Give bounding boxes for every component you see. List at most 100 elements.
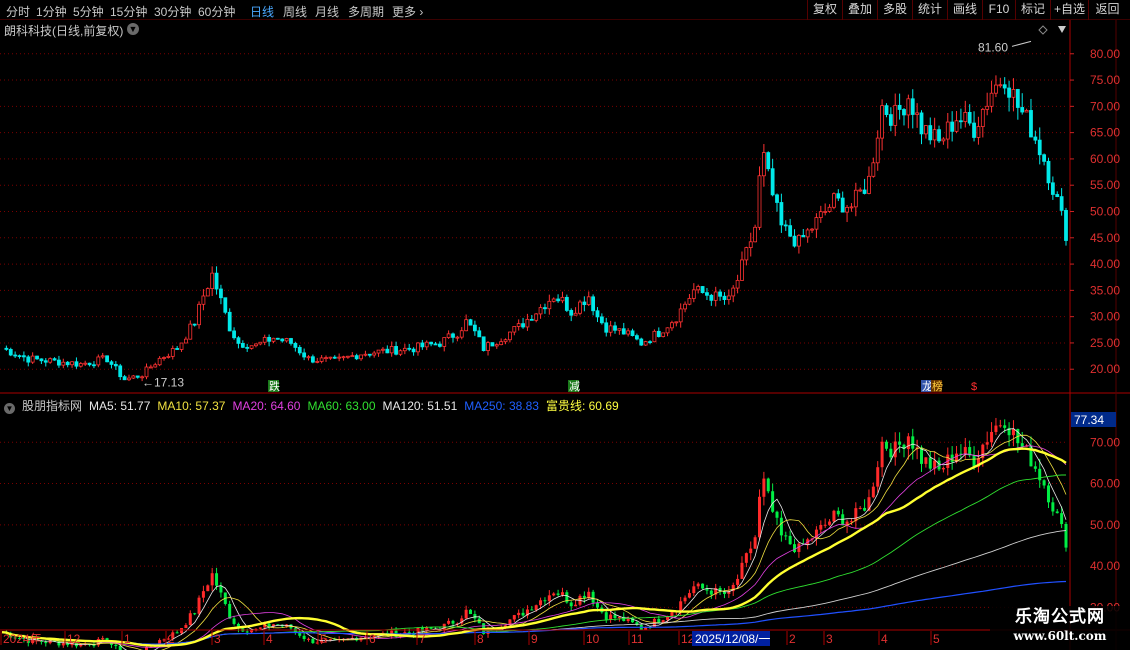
indicator-candle-body bbox=[539, 600, 543, 606]
indicator-candle-body bbox=[587, 591, 591, 598]
indicator-candle-body bbox=[1055, 511, 1059, 514]
candle-body bbox=[980, 108, 985, 127]
time-axis-label: 5 bbox=[320, 632, 327, 646]
price-tick-label: 70.00 bbox=[1090, 99, 1120, 113]
time-axis-label: 4 bbox=[266, 632, 273, 646]
candle-body bbox=[932, 129, 937, 141]
candle-body bbox=[92, 364, 96, 367]
indicator-candle-body bbox=[447, 620, 451, 624]
watermark-url: www.60lt.com bbox=[1013, 629, 1107, 643]
chart-canvas[interactable]: 80.00 75.00 70.00 65.00 60.00 55.00 50.00 45.00… bbox=[0, 0, 1130, 650]
indicator-candle-body bbox=[206, 585, 210, 592]
candle-body bbox=[766, 152, 771, 170]
candle-body bbox=[613, 325, 617, 331]
moving-average-lines bbox=[1, 428, 1067, 650]
candle-body bbox=[718, 291, 722, 297]
time-axis-label: 7 bbox=[419, 632, 426, 646]
candle-body bbox=[639, 338, 644, 346]
candle-body bbox=[8, 349, 13, 356]
time-axis-label: 3 bbox=[826, 632, 833, 646]
price-tick-label: 30.00 bbox=[1090, 310, 1120, 324]
indicator-tick-label: 50.00 bbox=[1090, 518, 1120, 532]
time-axis-label: 9 bbox=[531, 632, 538, 646]
indicator-candle-body bbox=[832, 510, 836, 522]
indicator-candle-body bbox=[858, 507, 862, 509]
indicator-candle-body bbox=[201, 591, 205, 598]
candle-body bbox=[324, 357, 328, 360]
indicator-candle-body bbox=[626, 618, 630, 622]
candle-body bbox=[359, 354, 363, 360]
candle-body bbox=[481, 336, 486, 351]
indicator-candle-body bbox=[451, 620, 455, 624]
candle-body bbox=[424, 341, 429, 348]
candle-body bbox=[43, 360, 48, 363]
candle-body bbox=[83, 362, 88, 365]
time-axis-label: 2024年 bbox=[3, 632, 42, 646]
indicator-candle-body bbox=[736, 578, 740, 585]
indicator-candle-body bbox=[162, 639, 166, 641]
time-axis-label: 8 bbox=[477, 632, 484, 646]
candle-body bbox=[761, 152, 766, 177]
price-tick-label: 75.00 bbox=[1090, 73, 1120, 87]
indicator-candle-body bbox=[197, 597, 201, 614]
indicator-candle-body bbox=[889, 448, 893, 458]
event-marker-text: 榜 bbox=[932, 379, 943, 393]
candle-body bbox=[153, 364, 158, 368]
indicator-candle-body bbox=[972, 455, 976, 467]
indicator-legend: ▼ 股朋指标网 MA5: 51.77 MA10: 57.37 MA20: 64.60 MA… bbox=[4, 397, 626, 414]
indicator-candle-body bbox=[44, 641, 48, 644]
candle-body bbox=[21, 355, 26, 358]
indicator-candle-body bbox=[793, 544, 797, 552]
candle-body bbox=[656, 330, 661, 337]
candle-body bbox=[385, 348, 390, 354]
candle-body bbox=[310, 356, 315, 363]
candle-body bbox=[131, 375, 136, 379]
indicator-candle-body bbox=[429, 627, 433, 629]
price-tick-label: 80.00 bbox=[1090, 47, 1120, 61]
candle-body bbox=[306, 356, 311, 359]
candle-body bbox=[26, 356, 31, 363]
indicator-candle-body bbox=[311, 638, 315, 644]
candle-body bbox=[113, 364, 118, 367]
candle-body bbox=[683, 303, 687, 310]
candle-body bbox=[65, 361, 70, 366]
candle-body bbox=[74, 361, 79, 367]
indicator-candle-body bbox=[740, 562, 744, 579]
candle-body bbox=[880, 105, 884, 139]
candle-body bbox=[254, 343, 258, 347]
indicator-candle-body bbox=[871, 486, 875, 498]
candle-body bbox=[705, 292, 709, 296]
indicator-candle-body bbox=[180, 628, 184, 634]
candle-body bbox=[621, 328, 626, 335]
candle-body bbox=[39, 358, 44, 362]
candle-body bbox=[280, 338, 285, 342]
candle-body bbox=[1064, 210, 1068, 241]
indicator-candle-body bbox=[1064, 523, 1068, 548]
indicator-candle-body bbox=[920, 447, 924, 464]
candle-body bbox=[599, 316, 604, 324]
candle-body bbox=[770, 168, 775, 196]
candle-body bbox=[1007, 87, 1011, 98]
candle-body bbox=[823, 211, 828, 213]
candle-body bbox=[52, 358, 57, 361]
indicator-tick-label: 40.00 bbox=[1090, 559, 1120, 573]
candle-body bbox=[569, 310, 574, 316]
price-tick-label: 50.00 bbox=[1090, 205, 1120, 219]
candle-body bbox=[788, 225, 793, 237]
candle-body bbox=[17, 355, 22, 358]
candle-body bbox=[1050, 182, 1055, 195]
ma10-line bbox=[1, 434, 1067, 650]
candle-body bbox=[477, 330, 482, 338]
chevron-down-icon[interactable]: ▼ bbox=[4, 403, 15, 414]
candle-body bbox=[118, 365, 123, 378]
indicator-candle-body bbox=[788, 535, 792, 545]
candle-body bbox=[499, 341, 504, 346]
indicator-candle-body bbox=[1038, 468, 1042, 481]
indicator-candle-body bbox=[114, 644, 118, 647]
ma5-line bbox=[1, 428, 1067, 650]
candle-body bbox=[100, 355, 105, 358]
indicator-candle-body bbox=[609, 614, 613, 620]
indicator-candle-body bbox=[696, 583, 700, 587]
candle-body bbox=[205, 288, 210, 297]
indicator-candle-body bbox=[595, 602, 599, 608]
